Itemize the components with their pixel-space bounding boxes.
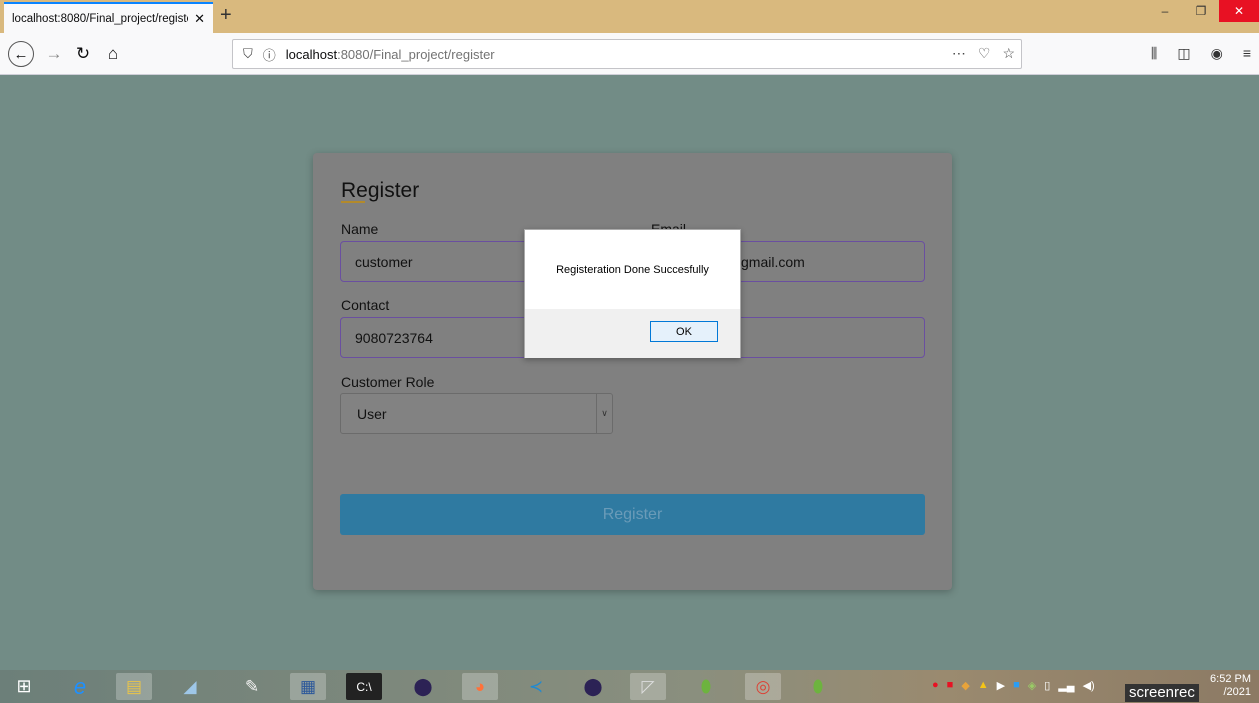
alert-footer: OK [525,309,740,358]
back-arrow-icon[interactable]: ← [8,41,34,67]
battery-icon[interactable]: ▯ [1044,679,1050,692]
vscode-icon[interactable]: ≺ [518,673,554,700]
tray-app-icon-6[interactable]: ◈ [1028,679,1036,692]
file-explorer-icon[interactable]: ▤ [116,673,152,700]
tab-title: localhost:8080/Final_project/registe [12,12,189,25]
screenrec-watermark: screenrec [1125,684,1199,702]
ok-button[interactable]: OK [650,321,718,342]
reload-icon[interactable]: ↻ [72,41,94,67]
tray-app-icon-4[interactable]: ▶ [997,679,1005,692]
window-controls: – ❐ ✕ [1147,0,1259,24]
library-icon[interactable]: ⫼ [1151,45,1157,62]
browser-navbar: ← → ↻ ⌂ ⛉ ⓘ localhost :8080/Final_projec… [0,33,1259,75]
url-host: localhost [285,46,338,62]
site-info-icon[interactable]: ⓘ [263,45,276,64]
firefox-icon[interactable]: ◕ [462,673,498,700]
chrome-icon[interactable]: ◎ [745,673,781,700]
spring-tool-icon[interactable]: ⬮ [688,673,724,700]
eclipse-icon[interactable]: ⬤ [405,673,441,700]
record-icon[interactable]: ● [932,679,939,692]
command-prompt-icon[interactable]: C:\ [346,673,382,700]
tracking-shield-icon[interactable]: ⛉ [243,46,253,62]
contact-label: Contact [341,297,390,313]
browser-titlebar: localhost:8080/Final_project/registe ✕ +… [0,0,1259,33]
system-tray: ● ■ ◆ ▲ ▶ ■ ◈ ▯ ▂▄ ◀) [932,679,1095,692]
clock-date: /2021 [1223,686,1251,698]
app-icon-2[interactable]: ◸ [630,673,666,700]
clock[interactable]: 6:52 PM /2021 [1210,673,1251,699]
title-underline [341,201,365,203]
chevron-down-icon[interactable]: ∨ [596,394,612,433]
bookmark-star-icon[interactable]: ☆ [1002,45,1015,62]
page-actions-icon[interactable]: ⋯ [952,45,966,62]
clock-time: 6:52 PM [1210,673,1251,685]
minimize-button[interactable]: – [1147,0,1183,22]
volume-icon[interactable]: ◀) [1083,679,1095,692]
network-icon[interactable]: ▂▄ [1058,679,1074,692]
new-tab-button[interactable]: + [220,5,232,25]
form-title: Register [341,179,420,202]
close-window-button[interactable]: ✕ [1219,0,1259,22]
tray-app-icon-3[interactable]: ▲ [978,679,989,692]
alert-message: Registeration Done Succesfully [556,263,709,276]
word-icon[interactable]: ▦ [290,673,326,700]
alert-dialog: Registeration Done Succesfully OK [524,229,741,358]
role-select[interactable]: User ∨ [340,393,613,434]
url-path: :8080/Final_project/register [337,46,495,62]
tab-close-icon[interactable]: ✕ [194,11,205,27]
tray-app-icon-2[interactable]: ◆ [961,679,969,692]
account-icon[interactable]: ◉ [1211,45,1223,62]
taskbar: ⊞ e ▤ ◢ ✎ ▦ C:\ ⬤ ◕ ≺ ⬤ ◸ ⬮ ◎ ⬮ ● ■ ◆ ▲ … [0,670,1259,703]
pocket-icon[interactable]: ♡ [978,45,991,62]
browser-tab-active[interactable]: localhost:8080/Final_project/registe ✕ [4,2,213,33]
name-label: Name [341,221,379,237]
restore-button[interactable]: ❐ [1183,0,1219,22]
register-card: Register Name customer Email gmail.com C… [313,153,952,590]
windows-start-icon[interactable]: ⊞ [6,673,42,700]
menu-icon[interactable]: ≡ [1243,45,1251,62]
app-icon[interactable]: ◢ [172,673,208,700]
role-label: Customer Role [341,374,435,390]
forward-arrow-icon[interactable]: → [44,41,64,67]
role-selected-value: User [357,405,387,422]
sidebar-icon[interactable]: ◫ [1177,45,1190,62]
register-button[interactable]: Register [340,494,925,535]
home-icon[interactable]: ⌂ [101,41,125,67]
tray-app-icon-5[interactable]: ■ [1013,679,1020,692]
internet-explorer-icon[interactable]: e [62,673,98,700]
address-bar[interactable]: ⛉ ⓘ localhost :8080/Final_project/regist… [232,39,1022,69]
eclipse-icon-2[interactable]: ⬤ [575,673,611,700]
tray-app-icon[interactable]: ■ [947,679,954,692]
spring-tool-icon-2[interactable]: ⬮ [800,673,836,700]
paint-icon[interactable]: ✎ [234,673,270,700]
